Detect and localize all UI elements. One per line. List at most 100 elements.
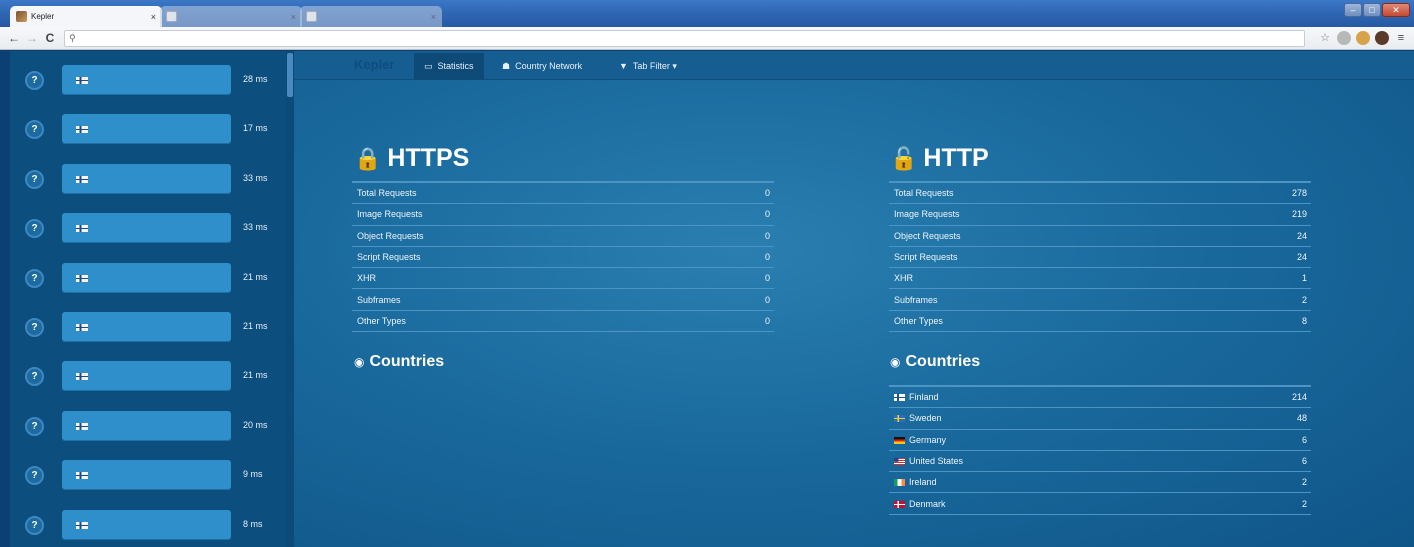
finland-flag-icon [76,175,88,183]
main-panel: Kepler ▭ Statistics ☗ Country Network ▼ … [294,51,1414,547]
help-icon[interactable]: ? [25,120,44,140]
stat-value: 219 [1291,209,1307,220]
browser-tab[interactable]: × [160,6,302,27]
extension-icon[interactable] [1337,31,1351,45]
country-label: Finland [909,392,939,403]
http-countries-table: Finland 214 Sweden 48 Germany 6 United States 6… [889,385,1311,515]
request-button[interactable] [62,262,231,293]
request-row: ? 17 ms [10,112,288,146]
help-icon[interactable]: ? [25,71,44,90]
menu-icon[interactable]: ≡ [1394,31,1408,45]
help-icon[interactable]: ? [25,268,44,288]
close-tab-icon[interactable]: × [291,12,296,22]
browser-title-bar: Kepler × × × – □ ✕ [0,0,1414,27]
country-name: Finland [894,392,939,402]
country-row: Sweden 48 [889,408,1311,430]
close-window-button[interactable]: ✕ [1382,3,1410,17]
sidebar-scrollbar[interactable] [286,51,294,547]
help-icon[interactable]: ? [25,367,44,387]
flag-de-icon [894,436,905,444]
request-time: 20 ms [243,419,268,430]
help-icon[interactable]: ? [25,466,44,486]
request-time: 33 ms [243,222,268,233]
browser-tab[interactable]: × [300,6,442,27]
country-count: 2 [1301,498,1307,509]
tab-country-network[interactable]: ☗ Country Network [492,53,592,79]
flag-us-icon [894,458,905,466]
close-tab-icon[interactable]: × [151,12,156,22]
request-button[interactable] [62,114,231,145]
bookmark-star-icon[interactable]: ☆ [1318,31,1332,45]
kepler-extension-icon[interactable] [1375,31,1389,45]
extension-icon[interactable] [1356,31,1370,45]
help-icon[interactable]: ? [25,318,44,337]
request-row: ? 20 ms [10,409,288,443]
request-button[interactable] [62,65,231,95]
stat-label: Script Requests [357,252,421,263]
reload-button[interactable]: C [42,30,58,46]
stat-value: 2 [1301,294,1307,305]
stat-label: Object Requests [357,230,424,241]
scrollbar-thumb[interactable] [287,53,293,97]
close-tab-icon[interactable]: × [431,12,436,22]
request-button[interactable] [62,410,231,441]
stat-row: Image Requests 0 [352,204,774,226]
flag-fi-icon [894,394,905,402]
https-stats-table: Total Requests 0 Image Requests 0 Object Req… [352,181,774,333]
stat-label: XHR [357,273,377,284]
stat-label: Object Requests [894,230,961,241]
stat-label: Other Types [357,315,406,326]
kepler-favicon-icon [16,11,27,22]
request-row: ? 33 ms [10,211,288,245]
help-icon[interactable]: ? [25,515,44,535]
stat-row: Object Requests 0 [352,226,774,247]
globe-icon: ◉ [890,355,901,369]
finland-flag-icon [76,521,88,529]
forward-button[interactable]: → [24,30,40,46]
request-button[interactable] [62,460,231,491]
request-button[interactable] [62,163,231,194]
flag-se-icon [894,415,905,423]
tab-statistics[interactable]: ▭ Statistics [414,53,484,79]
stat-label: XHR [894,273,914,284]
stat-label: Script Requests [894,252,958,263]
http-stats-table: Total Requests 278 Image Requests 219 Object… [889,181,1311,333]
tab-filter-dropdown[interactable]: ▼ Tab Filter ▾ [609,53,687,79]
stat-value: 0 [764,230,770,241]
help-icon[interactable]: ? [25,169,44,189]
request-button[interactable] [62,509,231,540]
stat-value: 0 [764,209,770,220]
unlock-icon: 🔓 [890,145,918,171]
stat-row: Other Types 8 [889,311,1311,333]
address-bar[interactable]: ⚲ [64,29,1305,47]
stat-label: Image Requests [357,209,423,220]
back-button[interactable]: ← [6,30,22,46]
help-icon[interactable]: ? [25,219,44,239]
request-time: 9 ms [243,469,263,480]
maximize-button[interactable]: □ [1363,3,1381,17]
browser-tab-kepler[interactable]: Kepler × [10,6,162,27]
stat-label: Other Types [894,315,943,326]
request-button[interactable] [62,312,231,342]
country-count: 2 [1301,477,1307,488]
request-time: 21 ms [243,370,268,381]
country-count: 6 [1301,456,1307,467]
request-time: 33 ms [243,172,268,183]
request-row: ? 9 ms [10,458,288,492]
tab-label: Country Network [515,61,583,71]
stat-row: Other Types 0 [352,311,774,333]
navbar: Kepler ▭ Statistics ☗ Country Network ▼ … [294,51,1414,80]
stat-row: Script Requests 24 [889,247,1311,269]
stat-value: 8 [1301,315,1307,326]
request-button[interactable] [62,361,231,392]
help-icon[interactable]: ? [25,416,44,436]
flag-ie-icon [894,479,905,487]
minimize-button[interactable]: – [1344,3,1362,17]
request-time: 8 ms [243,518,263,529]
flag-dk-icon [894,500,905,508]
finland-flag-icon [76,324,88,331]
request-button[interactable] [62,213,231,244]
finland-flag-icon [76,472,88,480]
stat-value: 0 [764,315,770,326]
brand-logo[interactable]: Kepler [354,57,394,72]
